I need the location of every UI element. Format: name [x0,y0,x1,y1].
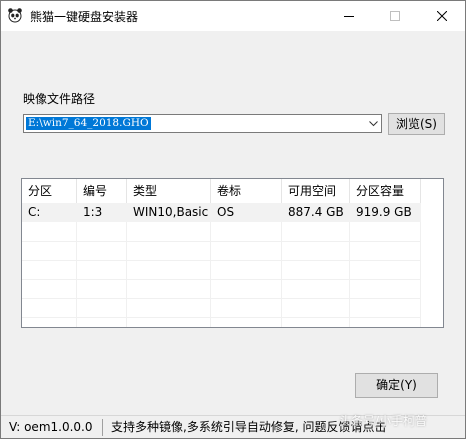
maximize-icon [390,11,400,21]
maximize-button [372,1,418,31]
column-header-free-space[interactable]: 可用空间 [282,179,350,203]
image-path-combobox[interactable]: E:\win7_64_2018.GHO [23,114,382,133]
watermark-text: 头条号/小手柯普 [339,414,428,428]
row-divider [22,260,421,261]
cell-type: WIN10,Basic [133,205,209,219]
row-divider [22,241,421,242]
minimize-icon [344,16,354,17]
image-path-value[interactable]: E:\win7_64_2018.GHO [26,117,151,130]
row-divider [22,298,421,299]
partition-list-header: 分区 编号 类型 卷标 可用空间 分区容量 [22,179,443,203]
cell-partition: C: [28,205,41,219]
cell-volume-label: OS [217,205,235,219]
panda-icon [7,7,23,23]
close-button[interactable] [419,1,465,31]
row-divider [22,317,421,318]
table-row[interactable]: C: 1:3 WIN10,Basic OS 887.4 GB 919.9 GB [22,203,421,222]
cell-capacity: 919.9 GB [356,205,412,219]
column-header-volume-label[interactable]: 卷标 [211,179,282,203]
row-divider [22,279,421,280]
column-header-type[interactable]: 类型 [127,179,211,203]
ok-button[interactable]: 确定(Y) [355,373,438,398]
partition-list[interactable]: 分区 编号 类型 卷标 可用空间 分区容量 C: 1:3 WIN10,Basic… [21,178,444,328]
browse-button[interactable]: 浏览(S) [388,113,445,135]
image-path-label: 映像文件路径 [23,92,96,106]
cell-number: 1:3 [83,205,103,219]
status-separator [102,419,103,436]
title-bar[interactable]: 熊猫一键硬盘安装器 [1,1,465,31]
column-header-capacity[interactable]: 分区容量 [350,179,421,203]
cell-free-space: 887.4 GB [288,205,344,219]
version-label: V: oem1.0.0.0 [9,420,93,434]
window-title: 熊猫一键硬盘安装器 [30,10,139,24]
installer-window: 熊猫一键硬盘安装器 映像文件路径 E:\win7_64_2018.GHO 浏览(… [0,0,466,439]
chevron-down-icon[interactable] [365,115,381,132]
close-icon [437,11,447,21]
minimize-button[interactable] [326,1,372,31]
column-header-partition[interactable]: 分区 [22,179,77,203]
column-header-number[interactable]: 编号 [77,179,127,203]
